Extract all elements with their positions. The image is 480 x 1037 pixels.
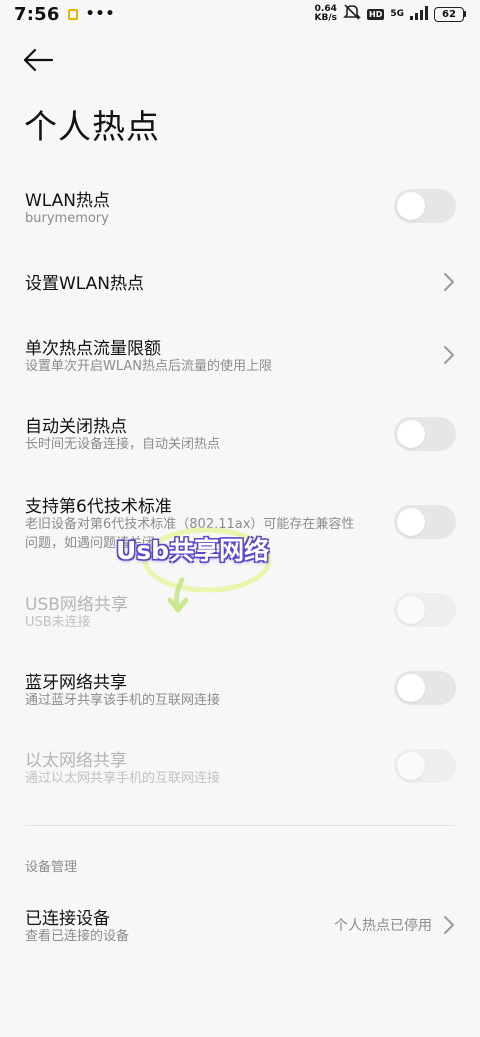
status-bar: 7:56 ••• 0.64 KB/s HD 5G 62 [0,0,480,28]
chevron-right-icon [444,273,454,291]
battery-level: 62 [434,6,464,22]
setting-subtitle: burymemory [25,211,109,226]
status-time: 7:56 [14,3,60,25]
chevron-right-icon [444,916,454,934]
connected-devices-status: 个人热点已停用 [334,918,432,934]
setting-title: 支持第6代技术标准 [25,497,172,517]
setting-bluetooth-tethering[interactable]: 蓝牙网络共享 通过蓝牙共享该手机的互联网连接 [0,666,480,716]
setting-title: 以太网络共享 [25,751,127,771]
setting-title: 单次热点流量限额 [25,339,161,359]
section-divider [25,825,455,826]
signal-5g-label: 5G [390,9,404,19]
setting-title: WLAN热点 [25,191,111,211]
watermark-text: Usb共享网络 [116,536,270,565]
setting-title: 已连接设备 [25,909,110,929]
mute-icon [343,4,361,24]
setting-usb-tethering: USB网络共享 USB未连接 [0,588,480,638]
setting-configure-wlan-hotspot[interactable]: 设置WLAN热点 [0,264,480,300]
setting-connected-devices[interactable]: 已连接设备 查看已连接的设备 个人热点已停用 [0,902,480,952]
notification-icon [67,8,78,20]
setting-ethernet-tethering: 以太网络共享 通过以太网共享手机的互联网连接 [0,744,480,794]
wlan-hotspot-toggle[interactable] [394,189,456,223]
back-button[interactable] [22,44,62,76]
setting-subtitle: 查看已连接的设备 [25,929,130,944]
setting-subtitle: 通过蓝牙共享该手机的互联网连接 [25,693,221,708]
setting-subtitle: USB未连接 [25,615,91,630]
auto-close-hotspot-toggle[interactable] [394,417,456,451]
section-header-device-management: 设备管理 [25,860,78,875]
more-notifications-icon: ••• [85,6,116,22]
setting-auto-close-hotspot[interactable]: 自动关闭热点 长时间无设备连接，自动关闭热点 [0,410,480,460]
status-left: 7:56 ••• [14,4,115,25]
hd-badge: HD [367,8,385,20]
status-right: 0.64 KB/s HD 5G 62 [315,4,466,24]
bluetooth-tethering-toggle[interactable] [394,671,456,705]
usb-tethering-toggle [394,593,456,627]
page-title: 个人热点 [24,107,160,146]
wifi6-toggle[interactable] [394,505,456,539]
setting-subtitle: 长时间无设备连接，自动关闭热点 [25,437,221,452]
signal-bars-icon [410,5,428,24]
setting-wlan-hotspot[interactable]: WLAN热点 burymemory [0,182,480,236]
network-speed-unit: KB/s [314,13,337,23]
setting-title: 蓝牙网络共享 [25,673,127,693]
ethernet-tethering-toggle [394,749,456,783]
setting-title: USB网络共享 [25,595,128,615]
setting-data-limit[interactable]: 单次热点流量限额 设置单次开启WLAN热点后流量的使用上限 [0,332,480,382]
setting-subtitle: 通过以太网共享手机的互联网连接 [25,771,221,786]
arrow-left-icon [23,48,54,72]
battery-icon: 62 [434,6,466,22]
setting-title: 自动关闭热点 [25,417,127,437]
chevron-right-icon [444,346,454,364]
setting-subtitle: 设置单次开启WLAN热点后流量的使用上限 [25,359,273,374]
network-speed: 0.64 KB/s [315,5,337,23]
setting-title: 设置WLAN热点 [25,274,145,294]
